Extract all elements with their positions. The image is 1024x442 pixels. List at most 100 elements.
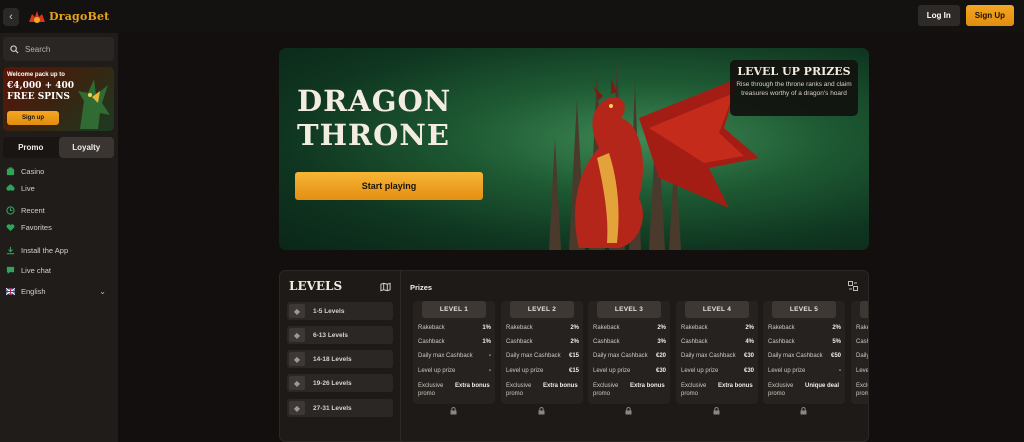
row-label: Cashback bbox=[768, 339, 795, 345]
prize-card-level-3: LEVEL 3 Rakeback 2% Cashback 3% Daily max Cas… bbox=[588, 301, 670, 404]
sidebar-item-live-chat[interactable]: Live chat bbox=[0, 264, 118, 276]
lock-icon bbox=[800, 407, 807, 417]
level-group-label: 27-31 Levels bbox=[313, 404, 352, 412]
sidebar-item-recent[interactable]: Recent bbox=[0, 204, 118, 216]
row-label: Daily max Cashback bbox=[856, 353, 869, 359]
sidebar-item-label: Live chat bbox=[21, 265, 52, 275]
welcome-promo-banner[interactable]: Welcome pack up to €4,000 + 400 FREE SPI… bbox=[3, 67, 114, 131]
row-label: Cashback bbox=[681, 339, 708, 345]
search-input[interactable]: Search bbox=[3, 37, 114, 61]
sidebar-item-label: Favorites bbox=[21, 222, 52, 232]
clock-icon bbox=[6, 205, 15, 215]
exclusive-promo-row: Exclusive promo Extra bonus bbox=[593, 382, 666, 400]
casino-icon bbox=[6, 166, 15, 175]
rakeback-row: Rakeback2% bbox=[768, 322, 841, 334]
sidebar-item-casino[interactable]: Casino bbox=[0, 165, 118, 177]
levels-panel: LEVELS ◆ 1-5 Levels ◆ 6-13 Levels ◆ 14-18 L… bbox=[279, 270, 869, 442]
dragon-egg-icon: ◆ bbox=[289, 304, 305, 318]
language-selector[interactable]: English ⌄ bbox=[0, 285, 118, 297]
dragon-icon: ◆ bbox=[289, 376, 305, 390]
row-value: 2% bbox=[657, 325, 666, 331]
dragon-logo-icon bbox=[27, 8, 47, 26]
row-label: Cashback bbox=[593, 339, 620, 345]
search-icon bbox=[10, 44, 19, 54]
level-group-6-13[interactable]: ◆ 6-13 Levels bbox=[287, 326, 393, 344]
row-value: 3% bbox=[657, 339, 666, 345]
row-value: 2% bbox=[570, 339, 579, 345]
row-value: - bbox=[489, 368, 491, 374]
compare-icon[interactable] bbox=[848, 281, 858, 291]
lock-icon bbox=[713, 407, 720, 417]
lock-icon bbox=[450, 407, 457, 417]
row-value: Extra bonus bbox=[455, 383, 490, 389]
level-group-14-18[interactable]: ◆ 14-18 Levels bbox=[287, 350, 393, 368]
row-label: Rakeback bbox=[506, 325, 533, 331]
row-value: Extra bonus bbox=[718, 383, 753, 389]
collapse-sidebar-button[interactable]: ‹ bbox=[3, 7, 19, 26]
exclusive-promo-row: Exclusive promo Extra bonus bbox=[681, 382, 754, 400]
level-group-27-31[interactable]: ◆ 27-31 Levels bbox=[287, 399, 393, 417]
login-button[interactable]: Log In bbox=[917, 5, 960, 26]
logo[interactable]: DragoBet bbox=[27, 8, 109, 26]
chevron-left-icon: ‹ bbox=[9, 10, 13, 23]
prize-card-level-1: LEVEL 1 Rakeback 1% Cashback 1% Daily max Cas… bbox=[413, 301, 495, 404]
daily-max-row: Daily max Cashback €50 bbox=[768, 350, 841, 362]
level-up-prize-row: Level up prize - bbox=[768, 365, 841, 377]
sidebar-item-favorites[interactable]: Favorites bbox=[0, 221, 118, 233]
exclusive-promo-row: Exclusive promo Extra bonus bbox=[418, 382, 491, 400]
hero-banner: DRAGON THRONE Start playing LEVEL UP PRI… bbox=[279, 48, 869, 250]
tab-promo[interactable]: Promo bbox=[3, 137, 59, 158]
level-group-label: 1-5 Levels bbox=[313, 307, 345, 315]
row-label: Cashback bbox=[856, 339, 869, 345]
sidebar-item-label: Casino bbox=[21, 166, 45, 176]
row-label: Rakeback bbox=[418, 325, 445, 331]
exclusive-promo-row: Exclusive promo bbox=[856, 382, 868, 400]
exclusive-promo-row: Exclusive promo Unique deal bbox=[768, 382, 841, 400]
signup-button[interactable]: Sign Up bbox=[965, 5, 1014, 26]
cashback-row: Cashback 1% bbox=[418, 336, 491, 348]
dragon-icon: ◆ bbox=[289, 401, 305, 415]
rakeback-row: Rakeback 1% bbox=[418, 322, 491, 334]
sidebar-item-label: Live bbox=[21, 183, 35, 193]
row-label: Exclusive promo bbox=[593, 383, 619, 397]
tab-loyalty[interactable]: Loyalty bbox=[58, 137, 114, 158]
sidebar-item-live[interactable]: Live bbox=[0, 182, 118, 194]
row-value: Extra bonus bbox=[630, 383, 665, 389]
row-value: 2% bbox=[832, 325, 841, 331]
cashback-row: Cashback 2% bbox=[506, 336, 579, 348]
start-playing-button[interactable]: Start playing bbox=[295, 172, 483, 200]
promo-subtitle: Welcome pack up to bbox=[7, 72, 65, 78]
row-value: 2% bbox=[570, 325, 579, 331]
sidebar-tabs: Promo Loyalty bbox=[3, 137, 114, 158]
row-label: Level up prize bbox=[593, 368, 631, 374]
rakeback-row: Rakeback2% bbox=[856, 322, 868, 334]
uk-flag-icon bbox=[6, 287, 15, 295]
row-label: Cashback bbox=[418, 339, 445, 345]
daily-max-row: Daily max Cashback bbox=[856, 350, 869, 362]
row-value: €50 bbox=[830, 353, 841, 359]
promo-signup-button[interactable]: Sign up bbox=[7, 111, 59, 125]
row-value: 5% bbox=[832, 339, 841, 345]
sidebar-item-install-app[interactable]: Install the App bbox=[0, 244, 118, 256]
row-value: - bbox=[489, 353, 491, 359]
row-value: Extra bonus bbox=[543, 383, 578, 389]
map-icon[interactable] bbox=[380, 282, 391, 292]
cashback-row: Cashback 3% bbox=[593, 336, 666, 348]
prizes-card-title: LEVEL UP PRIZES bbox=[737, 65, 851, 78]
level-up-prize-row: Level up prize €15 bbox=[506, 365, 579, 377]
rakeback-row: Rakeback 2% bbox=[506, 322, 579, 334]
row-label: Daily max Cashback bbox=[768, 353, 823, 359]
row-label: Exclusive promo bbox=[681, 383, 707, 397]
level-up-prize-row: Level up prize - bbox=[418, 365, 491, 377]
level-group-1-5[interactable]: ◆ 1-5 Levels bbox=[287, 302, 393, 320]
rakeback-row: Rakeback2% bbox=[593, 322, 666, 334]
level-header: LEVEL 4 bbox=[685, 301, 749, 318]
levels-title: LEVELS bbox=[289, 279, 343, 293]
dragon-icon: ◆ bbox=[289, 328, 305, 342]
level-group-19-26[interactable]: ◆ 19-26 Levels bbox=[287, 374, 393, 392]
promo-headline: €4,000 + 400 FREE SPINS bbox=[7, 81, 75, 102]
daily-max-row: Daily max Cashback €20 bbox=[593, 350, 666, 362]
level-header: LEVEL 5 bbox=[772, 301, 836, 318]
row-value: €15 bbox=[568, 353, 579, 359]
row-label: Cashback bbox=[506, 339, 533, 345]
